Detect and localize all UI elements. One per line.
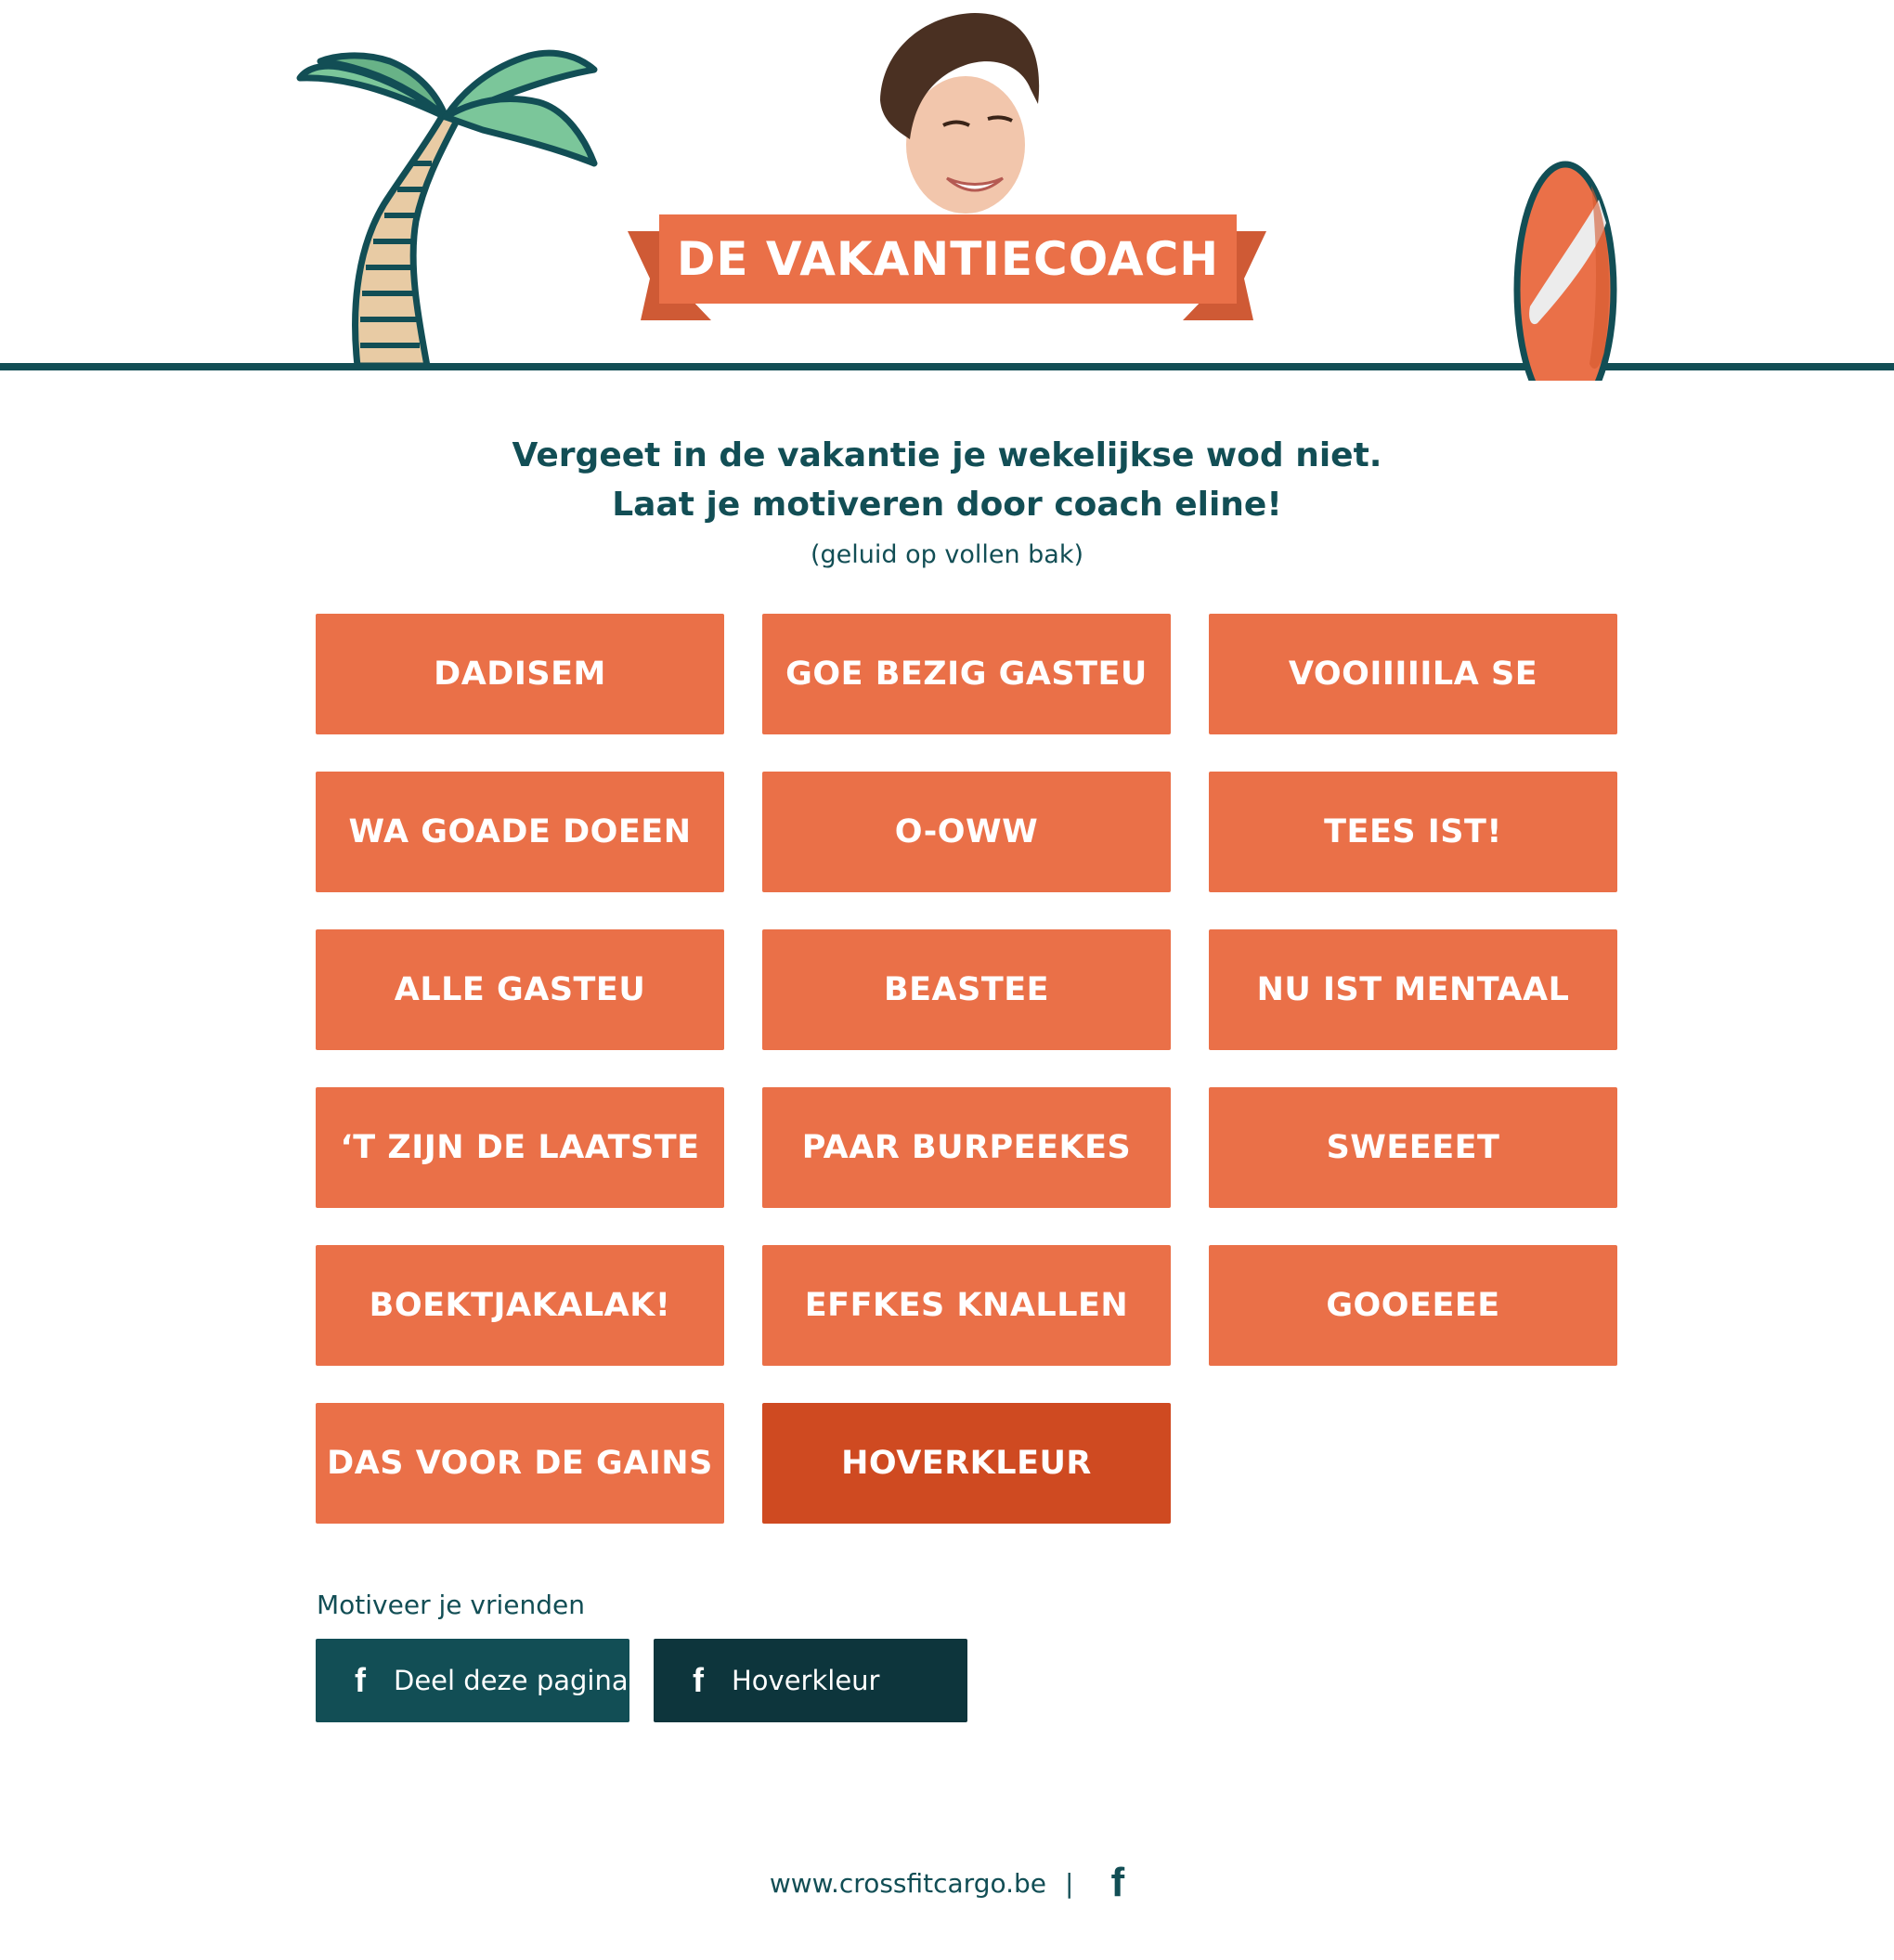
- facebook-icon: f: [355, 1661, 366, 1699]
- footer: www.crossfitcargo.be | f: [0, 1860, 1894, 1906]
- sound-button-goe-bezig-gasteu[interactable]: GOE BEZIG GASTEU: [762, 614, 1171, 734]
- footer-separator: |: [1065, 1867, 1074, 1899]
- share-page-button[interactable]: f Deel deze pagina: [316, 1639, 629, 1722]
- sound-button-alle-gasteu[interactable]: ALLE GASTEU: [316, 929, 724, 1050]
- sound-button-sweeeet[interactable]: SWEEEET: [1209, 1087, 1617, 1208]
- sound-button-boektjakalak[interactable]: BOEKTJAKALAK!: [316, 1245, 724, 1366]
- sound-button-vooiiiiila-se[interactable]: VOOIIIIILA SE: [1209, 614, 1617, 734]
- sound-button-wa-goade-doeen[interactable]: WA GOADE DOEEN: [316, 772, 724, 892]
- sound-button-o-oww[interactable]: O-OWW: [762, 772, 1171, 892]
- intro-line-1: Vergeet in de vakantie je wekelijkse wod…: [512, 436, 1382, 474]
- footer-site-link[interactable]: www.crossfitcargo.be: [770, 1868, 1046, 1899]
- sound-button-effkes-knallen[interactable]: EFFKES KNALLEN: [762, 1245, 1171, 1366]
- share-page-label: Deel deze pagina: [394, 1665, 629, 1696]
- title-ribbon: DE VAKANTIECOACH: [659, 214, 1237, 304]
- coach-avatar: [880, 13, 1040, 214]
- sound-button-beastee[interactable]: BEASTEE: [762, 929, 1171, 1050]
- sound-button-paar-burpeekes[interactable]: PAAR BURPEEKES: [762, 1087, 1171, 1208]
- sound-note: (geluid op vollen bak): [810, 540, 1084, 569]
- sound-button-gooeeee[interactable]: GOOEEEE: [1209, 1245, 1617, 1366]
- sound-button-t-zijn-de-laatste[interactable]: ‘T ZIJN DE LAATSTE: [316, 1087, 724, 1208]
- surfboard-icon: [1513, 161, 1617, 381]
- sound-button-nu-ist-mentaal[interactable]: NU IST MENTAAL: [1209, 929, 1617, 1050]
- share-label: Motiveer je vrienden: [317, 1590, 585, 1620]
- intro-line-2: Laat je motiveren door coach eline!: [612, 486, 1282, 524]
- palm-tree-icon: [296, 49, 598, 370]
- beach-illustration: [0, 13, 1894, 381]
- facebook-icon: f: [693, 1661, 704, 1699]
- facebook-icon[interactable]: f: [1110, 1860, 1124, 1906]
- page-title: DE VAKANTIECOACH: [676, 232, 1220, 286]
- sound-button-grid: DADISEM GOE BEZIG GASTEU VOOIIIIILA SE W…: [316, 614, 1617, 1524]
- sound-button-dadisem[interactable]: DADISEM: [316, 614, 724, 734]
- sound-button-das-voor-de-gains[interactable]: DAS VOOR DE GAINS: [316, 1403, 724, 1524]
- sound-button-hoverkleur[interactable]: HOVERKLEUR: [762, 1403, 1171, 1524]
- share-hover-label: Hoverkleur: [732, 1665, 880, 1696]
- header: DE VAKANTIECOACH: [0, 0, 1894, 381]
- sound-button-tees-ist[interactable]: TEES IST!: [1209, 772, 1617, 892]
- share-hover-button[interactable]: f Hoverkleur: [654, 1639, 967, 1722]
- ground-line: [0, 363, 1894, 370]
